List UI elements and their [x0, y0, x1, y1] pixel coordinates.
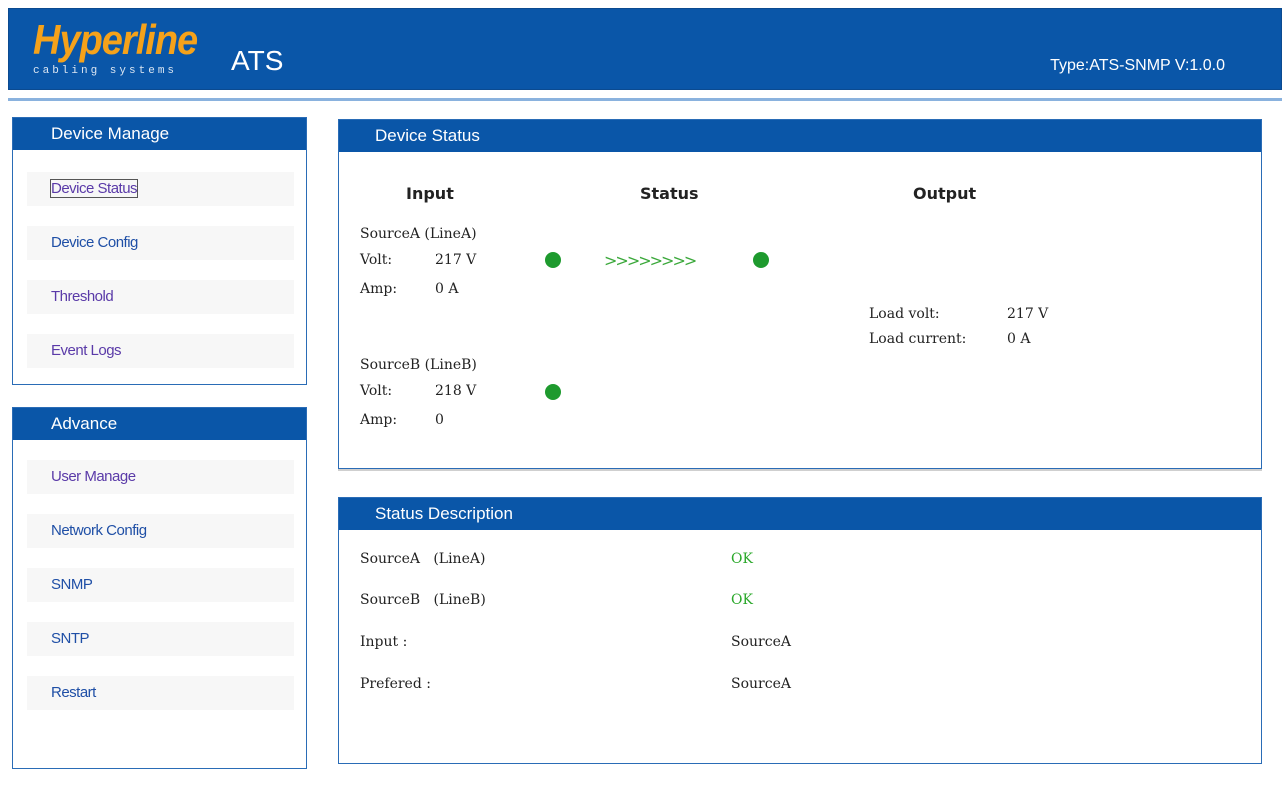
source-b-amp-value: 0	[435, 412, 444, 428]
output-status-led-icon	[753, 252, 769, 268]
source-a-status-led-icon	[545, 252, 561, 268]
source-b-volt-label: Volt:	[360, 383, 393, 399]
sidebar-advance: Advance User Manage Network Config SNMP …	[12, 407, 307, 769]
status-row-value: SourceA	[731, 676, 791, 692]
panel-title: Device Status	[339, 120, 1261, 152]
sidebar-item-threshold[interactable]: Threshold	[27, 280, 294, 314]
status-row-value: SourceA	[731, 634, 791, 650]
status-description-panel: Status Description	[338, 497, 1262, 764]
source-b-status-led-icon	[545, 384, 561, 400]
status-row-value: OK	[731, 592, 753, 608]
source-a-amp-value: 0 A	[435, 281, 459, 297]
source-a-volt-value: 217 V	[435, 252, 477, 268]
column-header-status: Status	[640, 184, 699, 203]
sidebar-item-snmp[interactable]: SNMP	[27, 568, 294, 602]
sidebar-item-label: Device Status	[49, 179, 139, 198]
brand-logo: Hyperline cabling systems	[33, 19, 213, 83]
logo-subtitle: cabling systems	[33, 65, 178, 77]
load-volt-label: Load volt:	[869, 306, 940, 322]
device-status-panel: Device Status	[338, 119, 1262, 469]
sidebar-item-network-config[interactable]: Network Config	[27, 514, 294, 548]
load-current-label: Load current:	[869, 331, 967, 347]
load-volt-value: 217 V	[1007, 306, 1049, 322]
source-b-amp-label: Amp:	[360, 412, 398, 428]
logo-text: Hyperline	[33, 17, 198, 65]
header-divider	[8, 98, 1282, 101]
status-row-label: SourceB (LineB)	[360, 592, 486, 608]
transfer-arrows-icon: >>>>>>>>	[604, 251, 697, 270]
status-row-label: SourceA (LineA)	[360, 551, 486, 567]
source-a-amp-label: Amp:	[360, 281, 398, 297]
sidebar-item-event-logs[interactable]: Event Logs	[27, 334, 294, 368]
load-current-value: 0 A	[1007, 331, 1031, 347]
source-b-name: SourceB (LineB)	[360, 357, 477, 373]
sidebar-item-user-manage[interactable]: User Manage	[27, 460, 294, 494]
column-header-input: Input	[406, 184, 454, 203]
status-row-value: OK	[731, 551, 753, 567]
sidebar-item-device-status[interactable]: Device Status	[27, 172, 294, 206]
app-title: ATS	[231, 45, 284, 76]
status-row-label: Input :	[360, 634, 408, 650]
sidebar-device-manage: Device Manage Device Status Device Confi…	[12, 117, 307, 385]
sidebar-item-restart[interactable]: Restart	[27, 676, 294, 710]
sidebar-item-device-config[interactable]: Device Config	[27, 226, 294, 260]
source-a-name: SourceA (LineA)	[360, 226, 477, 242]
panel-title: Status Description	[339, 498, 1261, 530]
source-b-volt-value: 218 V	[435, 383, 477, 399]
sidebar-item-sntp[interactable]: SNTP	[27, 622, 294, 656]
status-row-label: Prefered :	[360, 676, 431, 692]
source-a-volt-label: Volt:	[360, 252, 393, 268]
version-label: Type:ATS-SNMP V:1.0.0	[1050, 57, 1225, 74]
column-header-output: Output	[913, 184, 977, 203]
sidebar-section-title: Device Manage	[13, 118, 306, 150]
header-bar: Hyperline cabling systems ATS Type:ATS-S…	[8, 8, 1282, 90]
sidebar-section-title: Advance	[13, 408, 306, 440]
section-divider	[338, 469, 1262, 471]
